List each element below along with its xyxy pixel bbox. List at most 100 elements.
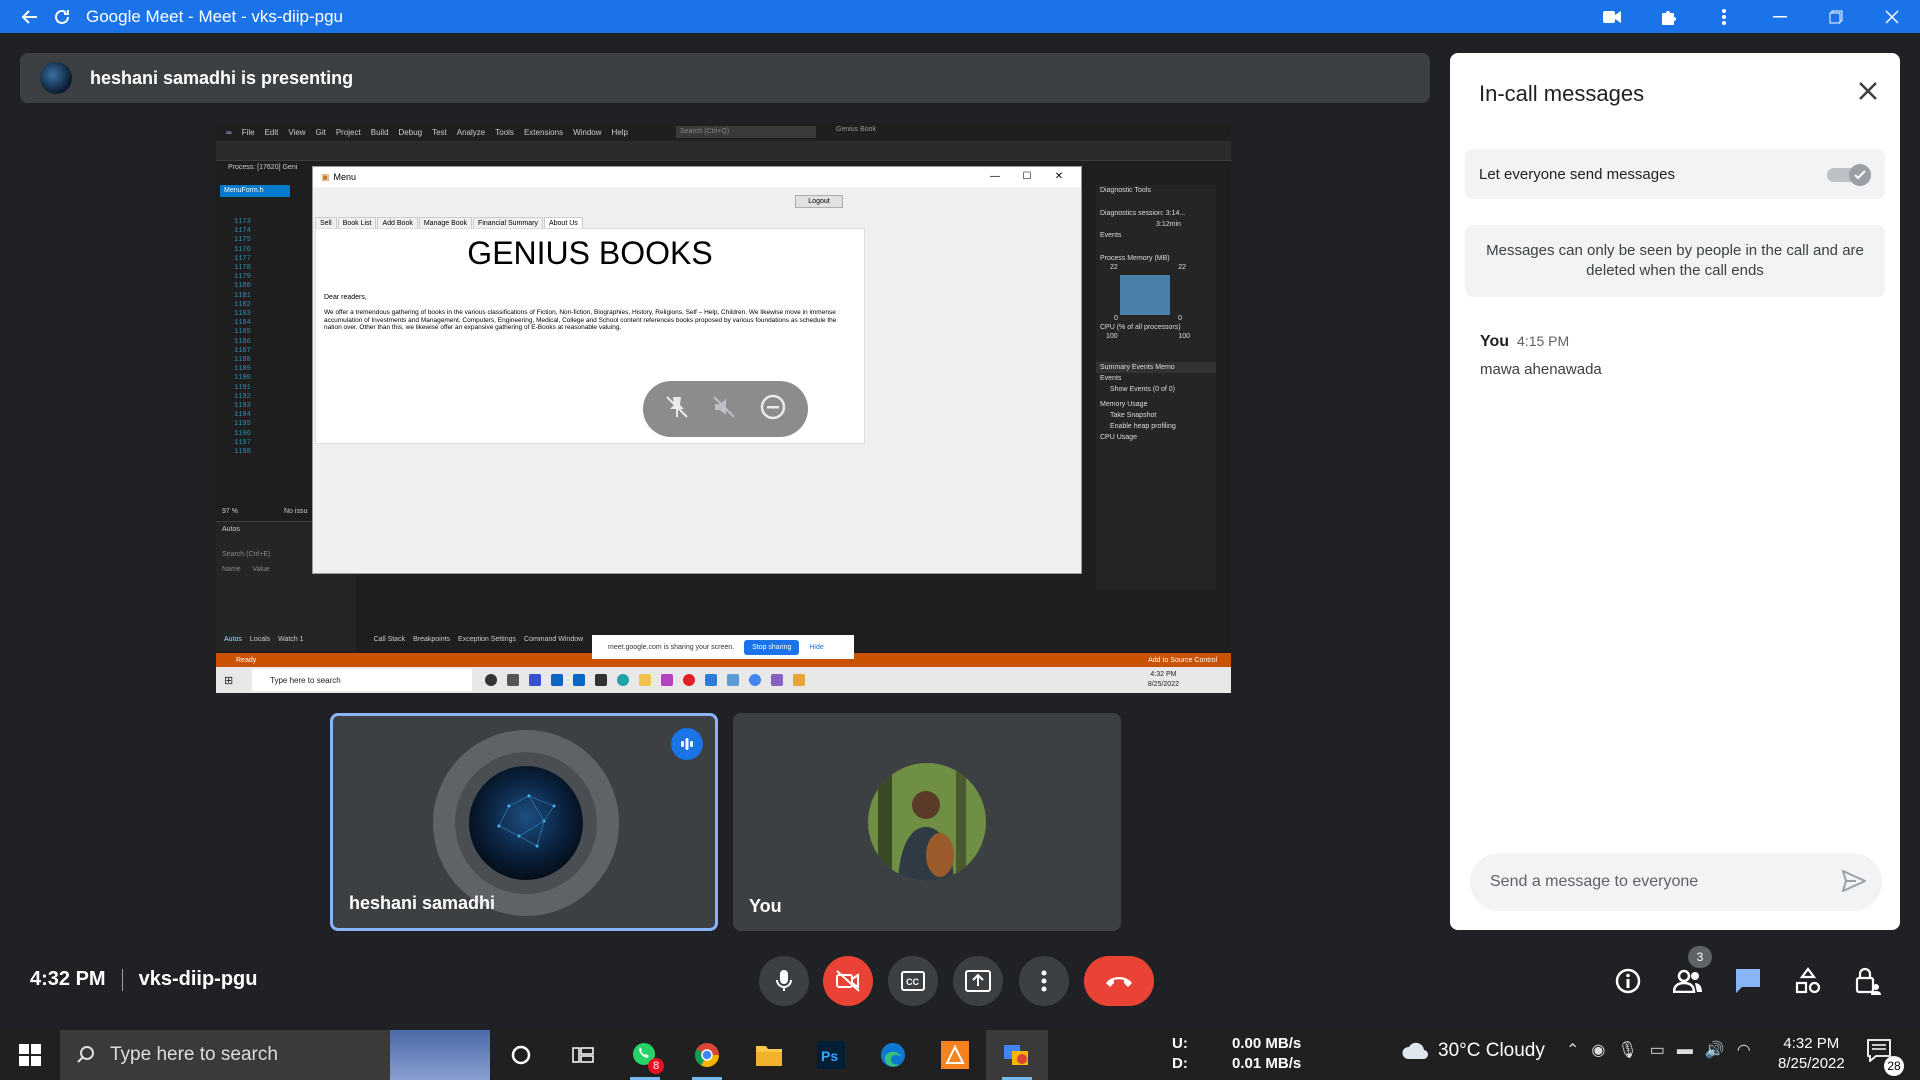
taskbar-clock[interactable]: 4:32 PM 8/25/2022 xyxy=(1778,1034,1845,1074)
camera-icon[interactable] xyxy=(1584,0,1640,33)
cloud-icon xyxy=(1402,1042,1429,1060)
hide-button: Hide xyxy=(809,643,824,651)
inner-app-icon xyxy=(727,674,739,686)
notifications-button[interactable]: 28 xyxy=(1866,1038,1904,1076)
chat-button[interactable] xyxy=(1730,963,1766,999)
vs-bottom-tab: Call Stack xyxy=(373,636,406,643)
remove-icon[interactable] xyxy=(759,393,787,426)
message-sender: You xyxy=(1480,333,1510,350)
download-speed: 0.01 MB/s xyxy=(1232,1055,1302,1072)
taskbar-whatsapp[interactable]: 8 xyxy=(614,1030,676,1080)
vs-process: Process: [17620] Geni xyxy=(228,164,298,171)
app-minimize-icon: — xyxy=(990,171,1000,182)
vs-menu-item: Extensions xyxy=(523,127,564,137)
more-options-button[interactable] xyxy=(1019,956,1069,1006)
meeting-info: 4:32 PM vks-diip-pgu xyxy=(30,968,257,991)
chevron-up-icon[interactable]: ⌃ xyxy=(1566,1040,1579,1060)
vs-source-control: Add to Source Control xyxy=(1148,656,1217,664)
chat-message: You 4:15 PM mawa ahenawada xyxy=(1480,333,1602,378)
app-icon: ▣ xyxy=(321,171,330,182)
presentation-controls xyxy=(643,381,808,437)
display-icon[interactable]: ▭ xyxy=(1650,1040,1665,1060)
diag-take-snapshot: Take Snapshot xyxy=(1110,412,1157,419)
taskbar-search[interactable]: Type here to search xyxy=(60,1030,490,1080)
upload-speed: 0.00 MB/s xyxy=(1232,1035,1302,1052)
weather-widget[interactable]: 30°C Cloudy xyxy=(1400,1040,1545,1062)
message-input[interactable]: Send a message to everyone xyxy=(1470,853,1882,911)
stop-sharing-button: Stop sharing xyxy=(744,639,800,655)
mem-top-right: 22 xyxy=(1178,264,1186,271)
vs-menu-item: Build xyxy=(370,127,389,137)
unpin-icon[interactable] xyxy=(664,394,690,425)
captions-button[interactable]: CC xyxy=(888,956,938,1006)
vs-bottom-tab: Command Window xyxy=(524,636,584,643)
close-window-icon[interactable] xyxy=(1864,0,1920,33)
taskbar-file-explorer[interactable] xyxy=(738,1030,800,1080)
people-button[interactable] xyxy=(1670,963,1706,999)
microphone-tray-icon[interactable]: 🎙 xyxy=(1617,1040,1637,1060)
download-label: D: xyxy=(1172,1055,1188,1072)
inner-search-text: Type here to search xyxy=(270,675,341,685)
mem-bottom-left: 0 xyxy=(1114,315,1118,322)
search-icon xyxy=(77,1046,94,1063)
speaking-indicator-icon xyxy=(671,728,703,760)
vs-menu-item: Test xyxy=(432,127,447,137)
vs-editor xyxy=(220,185,290,575)
vs-menu-item: Debug xyxy=(398,127,423,137)
vs-zoom: 97 % xyxy=(222,508,238,515)
taskbar-edge[interactable] xyxy=(862,1030,924,1080)
inner-app-icon xyxy=(705,674,717,686)
participant-name: heshani samadhi xyxy=(349,893,496,913)
inner-app-icon xyxy=(485,674,497,686)
vs-menu-item: View xyxy=(288,127,306,137)
cortana-button[interactable] xyxy=(490,1030,552,1080)
page-heading: GENIUS BOOKS xyxy=(467,235,713,271)
present-button[interactable] xyxy=(953,956,1003,1006)
mute-audio-icon[interactable] xyxy=(711,394,737,425)
camera-off-button[interactable] xyxy=(823,956,873,1006)
back-arrow-icon[interactable] xyxy=(14,0,46,33)
inner-app-icon xyxy=(573,674,585,686)
camera-tray-icon[interactable]: ◉ xyxy=(1591,1040,1605,1060)
microphone-icon xyxy=(776,970,792,991)
inner-app-icon xyxy=(617,674,629,686)
close-panel-button[interactable] xyxy=(1858,81,1878,106)
task-view-button[interactable] xyxy=(552,1030,614,1080)
inner-taskbar: ⊞ Type here to search 4:32 PM 8/25/2022 xyxy=(216,667,1231,693)
wifi-icon[interactable]: ◠ xyxy=(1737,1040,1751,1060)
taskbar-app-orange[interactable] xyxy=(924,1030,986,1080)
vs-status-ready: Ready xyxy=(236,656,257,664)
leave-call-button[interactable] xyxy=(1084,956,1154,1006)
participant-tile[interactable]: heshani samadhi xyxy=(330,713,718,931)
volume-icon[interactable]: 🔊 xyxy=(1705,1040,1725,1060)
extension-puzzle-icon[interactable] xyxy=(1640,0,1696,33)
battery-icon[interactable]: ▬ xyxy=(1677,1041,1693,1059)
vs-menu-item: Tools xyxy=(495,127,514,137)
inner-app-icon xyxy=(661,674,673,686)
captions-icon: CC xyxy=(901,971,925,991)
host-controls-button[interactable] xyxy=(1850,963,1886,999)
reload-icon[interactable] xyxy=(46,0,78,33)
multi-app-icon xyxy=(1004,1045,1028,1065)
minimize-icon[interactable] xyxy=(1752,0,1808,33)
more-vert-icon[interactable] xyxy=(1696,0,1752,33)
privacy-notice: Messages can only be seen by people in t… xyxy=(1465,225,1885,297)
taskbar-app-active[interactable] xyxy=(986,1030,1048,1080)
divider xyxy=(121,968,123,991)
diag-show-events: Show Events (0 of 0) xyxy=(1110,386,1175,393)
more-vert-icon xyxy=(1041,970,1047,992)
taskbar-photoshop[interactable]: Ps xyxy=(800,1030,862,1080)
microphone-button[interactable] xyxy=(759,956,809,1006)
send-messages-toggle[interactable] xyxy=(1827,164,1871,186)
taskbar-chrome[interactable] xyxy=(676,1030,738,1080)
inner-app-icon xyxy=(551,674,563,686)
notification-count: 28 xyxy=(1884,1056,1904,1076)
blocks-app-icon xyxy=(941,1041,969,1069)
activities-button[interactable] xyxy=(1790,963,1826,999)
start-button[interactable] xyxy=(0,1030,60,1080)
restore-icon[interactable] xyxy=(1808,0,1864,33)
meeting-details-button[interactable] xyxy=(1610,963,1646,999)
participant-tile[interactable]: You xyxy=(733,713,1121,931)
send-button[interactable] xyxy=(1841,869,1868,897)
in-call-messages-panel: In-call messages Let everyone send messa… xyxy=(1450,53,1900,930)
